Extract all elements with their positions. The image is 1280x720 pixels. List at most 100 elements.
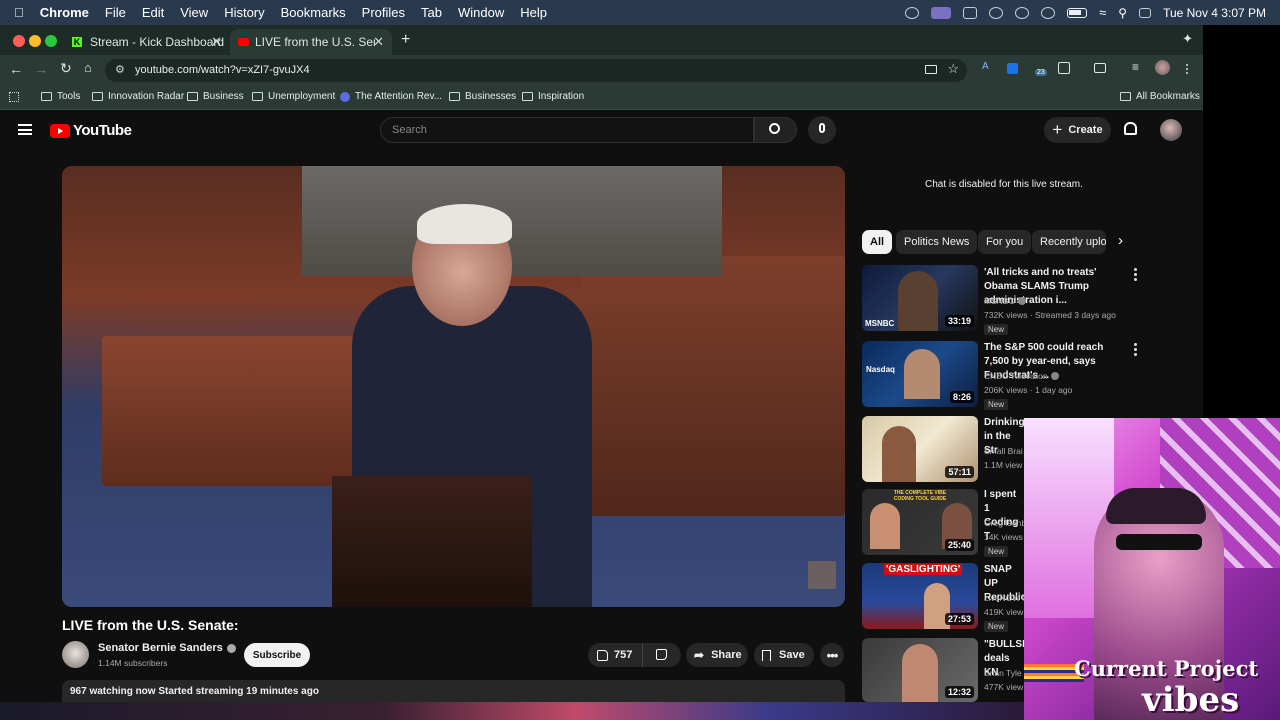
menu-tab[interactable]: Tab [421,5,442,20]
battery-icon[interactable] [1067,7,1088,18]
sidepanel-icon[interactable] [1094,63,1106,73]
search-box[interactable]: Search [380,117,754,143]
bookmark-business[interactable]: Business [187,91,244,102]
recommendation-channel[interactable]: Small Brai [984,446,1023,456]
window-minimize-button[interactable] [29,35,41,47]
notifications-bell-icon[interactable] [1124,122,1137,135]
browser-tabstrip: K Stream - Kick Dashboard ✕ LIVE from th… [0,25,1203,55]
chips-next-icon[interactable]: › [1118,232,1123,249]
description-box[interactable]: 967 watching now Started streaming 19 mi… [62,680,845,702]
channel-name[interactable]: Senator Bernie Sanders [98,642,236,654]
menu-help[interactable]: Help [520,5,547,20]
chip-recently-uploaded[interactable]: Recently uploa [1032,230,1106,254]
menu-bookmarks[interactable]: Bookmarks [281,5,346,20]
menu-window[interactable]: Window [458,5,504,20]
recommendation-channel[interactable]: MSNBC [984,296,1026,306]
gemini-sparkle-icon[interactable]: ✦ [1182,31,1193,47]
wifi-icon[interactable]: ≈ [1099,5,1106,20]
status-app-icon[interactable] [905,6,920,19]
profile-avatar[interactable] [1155,60,1170,75]
youtube-logo[interactable]: YouTube [50,122,132,139]
account-avatar[interactable] [1160,119,1182,141]
webcam-overlay: Current Project vibes [1024,418,1280,720]
watching-info: 967 watching now Started streaming 19 mi… [70,686,319,697]
extension-icon[interactable] [1007,63,1018,74]
bookmark-attention-rev[interactable]: The Attention Rev... [340,91,442,102]
menu-view[interactable]: View [180,5,208,20]
like-button[interactable]: 757 [588,643,643,667]
menu-profiles[interactable]: Profiles [362,5,405,20]
recommendation-channel[interactable]: CNBC Television [984,371,1059,381]
channel-avatar[interactable] [62,641,89,668]
chrome-menu-icon[interactable] [1186,64,1189,76]
recommendation-menu-icon[interactable] [1134,268,1137,283]
chip-for-you[interactable]: For you [978,230,1032,254]
tab-kick-dashboard[interactable]: K Stream - Kick Dashboard ✕ [64,29,230,55]
bookmark-businesses[interactable]: Businesses [449,91,516,102]
reload-icon[interactable]: ↻ [60,60,72,77]
apps-grid-icon[interactable] [9,92,19,102]
recommendation-thumbnail[interactable]: 57:11 [862,416,978,482]
bookmark-unemployment[interactable]: Unemployment [252,91,335,102]
search-button[interactable] [754,117,797,143]
thumb-person [898,271,938,331]
search-icon[interactable]: ⚲ [1118,6,1127,20]
voice-search-button[interactable] [808,116,836,144]
menubar-clock[interactable]: Tue Nov 4 3:07 PM [1163,6,1266,20]
recommendation-thumbnail[interactable]: 'GASLIGHTING' 27:53 [862,563,978,629]
translate-icon[interactable]: A [982,61,989,72]
window-zoom-button[interactable] [45,35,57,47]
menu-file[interactable]: File [105,5,126,20]
video-player[interactable] [62,166,845,607]
address-bar[interactable]: ⚙ youtube.com/watch?v=xZI7-gvuJX4 ☆ [105,59,967,82]
status-app-icon-3[interactable] [989,6,1004,19]
thumb-label: MSNBC [865,319,895,328]
bookmark-inspiration[interactable]: Inspiration [522,91,584,102]
menu-edit[interactable]: Edit [142,5,164,20]
bookmark-tools[interactable]: Tools [41,91,80,102]
recommendation-menu-icon[interactable] [1134,343,1137,358]
tab-youtube-senate[interactable]: LIVE from the U.S. Senate: - Y ✕ [230,29,392,55]
recommendation-channel[interactable]: Brian Tyle [984,668,1022,678]
bookmark-star-icon[interactable]: ☆ [947,61,959,77]
subscribe-button[interactable]: Subscribe [244,643,310,667]
recommendation-thumbnail[interactable]: THE COMPLETE VIBE CODING TOOL GUIDE 25:4… [862,489,978,555]
forward-icon[interactable]: → [34,61,48,77]
save-button[interactable]: Save [754,643,814,667]
all-bookmarks[interactable]: All Bookmarks [1120,91,1200,102]
recommendation-thumbnail[interactable]: 12:32 [862,638,978,702]
video-duration: 27:53 [944,613,974,625]
recommendation-channel[interactable]: Greg Isenb [984,518,1026,528]
screen-record-icon[interactable] [931,6,952,19]
menu-app-name[interactable]: Chrome [40,5,89,20]
back-icon[interactable]: ← [9,61,23,77]
play-icon[interactable] [1041,6,1056,19]
hamburger-menu-icon[interactable] [18,124,32,135]
chip-politics-news[interactable]: Politics News [896,230,978,254]
reading-list-icon[interactable]: ≡ [1132,60,1139,74]
video-duration: 33:19 [944,315,974,327]
tab-close-icon[interactable]: ✕ [211,34,222,50]
new-tab-button[interactable]: + [401,31,410,49]
menu-history[interactable]: History [224,5,264,20]
apple-menu-icon[interactable]:  [14,5,24,20]
home-icon[interactable]: ⌂ [84,60,92,75]
share-button[interactable]: ➦ Share [686,643,748,667]
bookmark-innovation-radar[interactable]: Innovation Radar [92,91,184,102]
create-button[interactable]: + Create [1044,117,1111,143]
status-app-icon-4[interactable] [1015,6,1030,19]
recommendation-channel[interactable]: LiveNOW f [984,593,1025,603]
recommendation-thumbnail[interactable]: MSNBC 33:19 [862,265,978,331]
status-app-icon-2[interactable] [963,6,978,19]
recommendation-thumbnail[interactable]: Nasdaq 8:26 [862,341,978,407]
chip-all[interactable]: All [862,230,893,254]
address-url[interactable]: youtube.com/watch?v=xZI7-gvuJX4 [135,64,310,76]
extensions-icon[interactable] [1058,62,1070,74]
window-close-button[interactable] [13,35,25,47]
dislike-button[interactable] [643,643,681,667]
control-center-icon[interactable] [1139,7,1152,18]
more-actions-button[interactable]: ••• [820,643,844,667]
site-info-icon[interactable]: ⚙ [115,63,125,76]
cast-icon[interactable] [925,65,937,74]
tab-close-icon[interactable]: ✕ [373,34,384,50]
